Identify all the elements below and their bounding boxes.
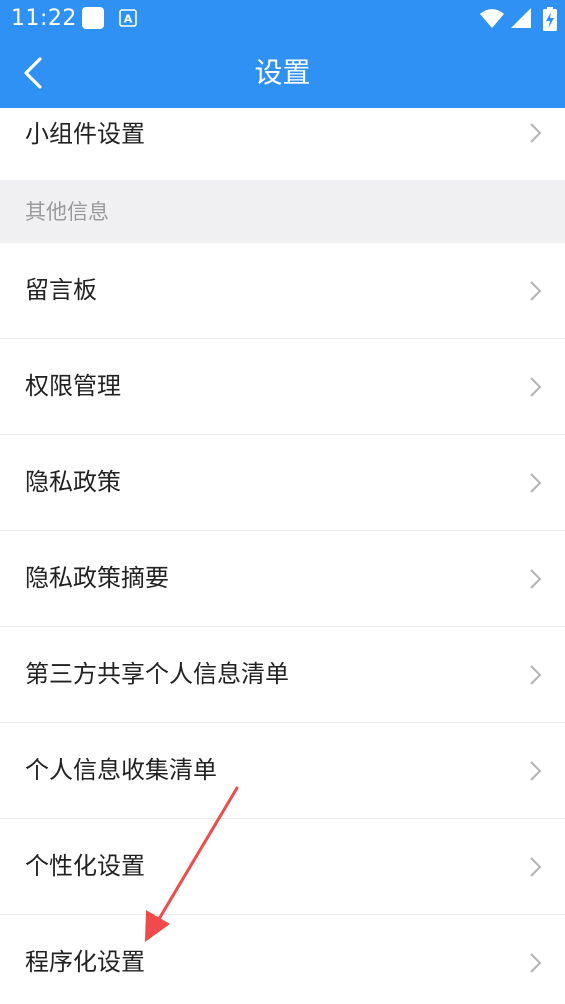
settings-screen: 11:22 A 设置 小组件设置 其他信息 留言板 权限管理 隐私政策 隐私政策… <box>0 0 565 1004</box>
wifi-icon <box>480 9 504 28</box>
chevron-right-icon <box>530 761 542 781</box>
a-badge-icon: A <box>119 9 137 27</box>
list-item-label: 隐私政策摘要 <box>25 564 169 592</box>
list-item-label: 权限管理 <box>25 372 121 400</box>
list-item-label: 程序化设置 <box>25 948 145 976</box>
chevron-right-icon <box>530 665 542 685</box>
list-item-label: 个性化设置 <box>25 852 145 880</box>
list-item-privacy-policy[interactable]: 隐私政策 <box>0 435 565 530</box>
list-item-personal-info-collection-list[interactable]: 个人信息收集清单 <box>0 723 565 818</box>
app-notification-icon <box>82 7 104 29</box>
status-bar: 11:22 A <box>0 0 565 38</box>
list-item-label: 第三方共享个人信息清单 <box>25 660 289 688</box>
svg-text:A: A <box>124 13 133 26</box>
list-item-privacy-policy-summary[interactable]: 隐私政策摘要 <box>0 531 565 626</box>
chevron-right-icon <box>530 473 542 493</box>
battery-charging-icon <box>543 7 557 31</box>
chevron-right-icon <box>530 953 542 973</box>
chevron-right-icon <box>530 123 542 143</box>
list-item-permission-management[interactable]: 权限管理 <box>0 339 565 434</box>
status-time: 11:22 <box>11 6 77 31</box>
list-item-widget-settings[interactable]: 小组件设置 <box>0 108 565 180</box>
list-item-third-party-sharing-list[interactable]: 第三方共享个人信息清单 <box>0 627 565 722</box>
chevron-left-icon <box>24 57 42 89</box>
cellular-signal-icon <box>511 8 531 28</box>
chevron-right-icon <box>530 281 542 301</box>
list-item-label: 隐私政策 <box>25 468 121 496</box>
list-item-personalization-settings[interactable]: 个性化设置 <box>0 819 565 914</box>
back-button[interactable] <box>14 53 54 93</box>
chevron-right-icon <box>530 569 542 589</box>
list-item-message-board[interactable]: 留言板 <box>0 243 565 338</box>
section-title: 其他信息 <box>25 200 109 224</box>
settings-list: 小组件设置 其他信息 留言板 权限管理 隐私政策 隐私政策摘要 第三方共享个人信… <box>0 108 565 1004</box>
section-header-other-info: 其他信息 <box>0 180 565 243</box>
list-item-label: 个人信息收集清单 <box>25 756 217 784</box>
page-title: 设置 <box>254 56 311 89</box>
chevron-right-icon <box>530 857 542 877</box>
app-bar: 设置 <box>0 38 565 108</box>
list-item-programmatic-settings[interactable]: 程序化设置 <box>0 915 565 1004</box>
list-item-label: 小组件设置 <box>25 120 145 148</box>
list-item-label: 留言板 <box>25 276 97 304</box>
chevron-right-icon <box>530 377 542 397</box>
